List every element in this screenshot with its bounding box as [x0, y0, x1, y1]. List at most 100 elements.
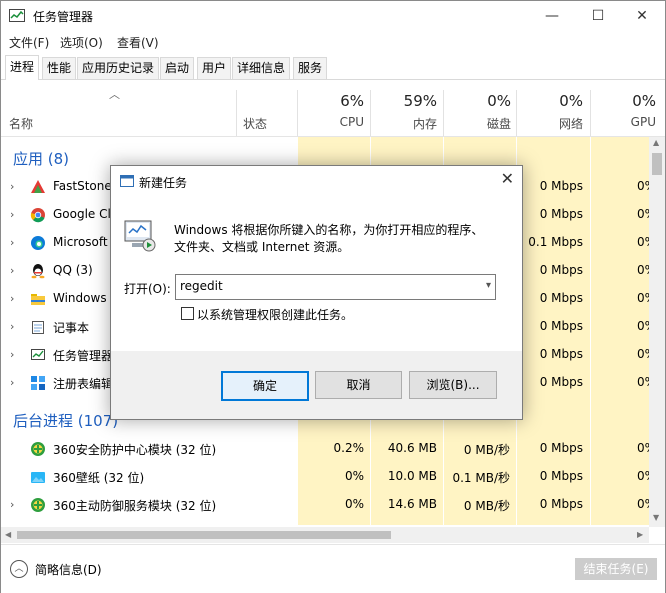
disk-value: 0.1 MB/秒: [452, 471, 510, 485]
tab-performance[interactable]: 性能: [42, 57, 77, 79]
gpu-value: 0%: [637, 263, 649, 277]
gpu-value: 0%: [637, 497, 649, 511]
scroll-up-icon[interactable]: ▲: [653, 138, 659, 147]
table-row[interactable]: 360安全防护中心模块 (32 位) 0.2% 40.6 MB 0 MB/秒 0…: [1, 435, 649, 463]
dialog-description-line2: 文件夹、文档或 Internet 资源。: [174, 240, 350, 254]
open-input[interactable]: regedit: [180, 279, 223, 293]
expand-chevron-icon[interactable]: ›: [10, 208, 14, 221]
network-value: 0 Mbps: [539, 179, 583, 193]
network-value: 0 Mbps: [539, 291, 583, 305]
expand-chevron-icon[interactable]: ›: [10, 498, 14, 511]
faststone-icon: [31, 180, 45, 193]
group-background: 后台进程 (107): [13, 412, 119, 430]
task-manager-window: 任务管理器 — ☐ ✕ 文件(F) 选项(O) 查看(V) 进程 性能 应用历史…: [0, 0, 666, 593]
column-status[interactable]: 状态: [243, 115, 267, 132]
expand-chevron-icon[interactable]: ›: [10, 180, 14, 193]
shield-360-icon: [31, 442, 45, 456]
vertical-scrollbar[interactable]: ▲ ▼: [649, 137, 665, 527]
process-name: Windows: [53, 291, 107, 305]
scrollbar-thumb[interactable]: [652, 153, 662, 175]
column-separator: [590, 90, 591, 136]
window-title: 任务管理器: [33, 10, 94, 24]
run-dialog-icon: [120, 175, 134, 187]
menu-view[interactable]: 查看(V): [117, 34, 159, 51]
fewer-details-link[interactable]: 简略信息(D): [35, 561, 102, 578]
network-value: 0 Mbps: [539, 319, 583, 333]
process-name: QQ (3): [53, 263, 93, 277]
column-cpu[interactable]: CPU: [301, 115, 364, 129]
tab-processes[interactable]: 进程: [5, 55, 40, 80]
scroll-left-icon[interactable]: ◀: [5, 530, 11, 539]
close-button[interactable]: ✕: [619, 1, 665, 31]
gpu-value: 0%: [637, 207, 649, 221]
maximize-button[interactable]: ☐: [575, 1, 621, 31]
column-memory[interactable]: 内存: [373, 115, 437, 132]
group-apps: 应用 (8): [13, 150, 70, 168]
admin-checkbox[interactable]: [181, 307, 194, 320]
notepad-icon: [32, 321, 44, 334]
cpu-value: 0%: [344, 469, 364, 483]
menu-options[interactable]: 选项(O): [60, 34, 103, 51]
chevron-down-icon[interactable]: ▾: [486, 280, 491, 291]
gpu-value: 0%: [637, 441, 649, 455]
process-name: Google Cl: [53, 207, 111, 221]
disk-value: 0 MB/秒: [463, 499, 510, 513]
process-name: 记事本: [53, 321, 90, 335]
collapse-icon[interactable]: ︿: [10, 560, 28, 578]
shield-360-icon: [31, 498, 45, 512]
network-value: 0 Mbps: [539, 441, 583, 455]
table-row[interactable]: 360壁纸 (32 位) 0% 10.0 MB 0.1 MB/秒 0 Mbps …: [1, 463, 649, 491]
scrollbar-thumb[interactable]: [17, 531, 391, 539]
cpu-percent: 6%: [340, 92, 364, 110]
open-combobox[interactable]: regedit ▾: [175, 274, 496, 300]
column-name[interactable]: 名称: [9, 115, 33, 132]
task-manager-icon: [9, 9, 25, 22]
scroll-right-icon[interactable]: ▶: [637, 530, 643, 539]
expand-chevron-icon[interactable]: ›: [10, 348, 14, 361]
gpu-percent: 0%: [632, 92, 656, 110]
horizontal-scrollbar[interactable]: ◀ ▶: [1, 527, 649, 543]
memory-value: 14.6 MB: [387, 497, 437, 511]
disk-percent: 0%: [487, 92, 511, 110]
expand-chevron-icon[interactable]: ›: [10, 292, 14, 305]
expand-chevron-icon[interactable]: ›: [10, 320, 14, 333]
admin-checkbox-label[interactable]: 以系统管理权限创建此任务。: [197, 306, 353, 323]
dialog-close-button[interactable]: ✕: [501, 169, 514, 188]
tab-services[interactable]: 服务: [293, 57, 328, 79]
cancel-button[interactable]: 取消: [315, 371, 402, 399]
expand-chevron-icon[interactable]: ›: [10, 236, 14, 249]
title-bar: 任务管理器 — ☐ ✕: [1, 1, 665, 31]
gpu-value: 0%: [637, 291, 649, 305]
menu-file[interactable]: 文件(F): [9, 34, 49, 51]
column-separator: [516, 90, 517, 136]
column-separator: [236, 90, 237, 136]
dialog-title: 新建任务: [139, 176, 188, 190]
expand-chevron-icon[interactable]: ›: [10, 264, 14, 277]
open-label: 打开(O):: [124, 282, 171, 296]
browse-button[interactable]: 浏览(B)...: [409, 371, 497, 399]
status-bar: ︿ 简略信息(D) 结束任务(E): [1, 544, 665, 593]
memory-value: 10.0 MB: [387, 469, 437, 483]
tab-users[interactable]: 用户: [197, 57, 232, 79]
create-task-dialog: 新建任务 ✕ Windows 将根据你所键入的名称，为你打开相应的程序、 文件夹…: [110, 165, 523, 420]
column-separator: [370, 90, 371, 136]
column-gpu[interactable]: GPU: [593, 115, 656, 129]
process-name: FastStone: [53, 179, 112, 193]
table-row[interactable]: › 360主动防御服务模块 (32 位) 0% 14.6 MB 0 MB/秒 0…: [1, 491, 649, 519]
gpu-value: 0%: [637, 319, 649, 333]
menu-bar: 文件(F) 选项(O) 查看(V): [1, 31, 665, 53]
tab-startup[interactable]: 启动: [160, 57, 195, 79]
minimize-button[interactable]: —: [529, 1, 575, 31]
expand-chevron-icon[interactable]: ›: [10, 376, 14, 389]
memory-value: 40.6 MB: [387, 441, 437, 455]
column-disk[interactable]: 磁盘: [447, 115, 511, 132]
regedit-icon: [31, 376, 45, 390]
scroll-down-icon[interactable]: ▼: [653, 513, 659, 522]
gpu-value: 0%: [637, 179, 649, 193]
tab-app-history[interactable]: 应用历史记录: [77, 57, 160, 79]
tab-details[interactable]: 详细信息: [232, 57, 291, 79]
end-task-button[interactable]: 结束任务(E): [575, 558, 657, 580]
ok-button[interactable]: 确定: [221, 371, 309, 401]
qq-icon: [31, 264, 45, 279]
column-network[interactable]: 网络: [519, 115, 583, 132]
